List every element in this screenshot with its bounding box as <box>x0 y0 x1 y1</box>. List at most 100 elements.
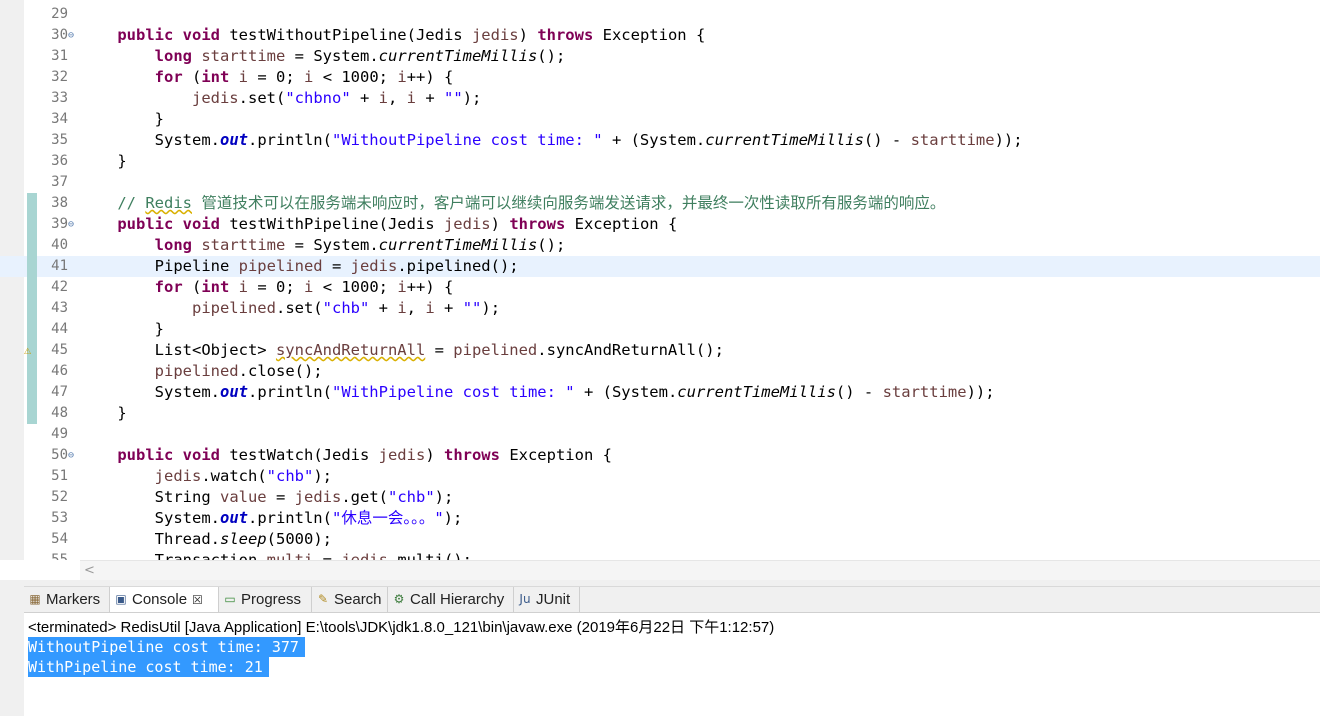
code-line[interactable]: 37 <box>0 172 1320 193</box>
code-line[interactable]: 29 <box>0 4 1320 25</box>
code-line[interactable]: 43 pipelined.set("chb" + i, i + ""); <box>0 298 1320 319</box>
code-line[interactable]: 35 System.out.println("WithoutPipeline c… <box>0 130 1320 151</box>
code-token: testWithoutPipeline(Jedis <box>220 26 472 44</box>
code-text[interactable]: System.out.println("休息一会。。。"); <box>80 508 463 529</box>
line-number: 33 <box>51 90 68 106</box>
tab-search[interactable]: ✎ Search <box>312 587 388 613</box>
code-token: } <box>80 152 127 170</box>
horizontal-scrollbar[interactable]: < <box>80 560 1320 581</box>
code-text[interactable]: Transaction multi = jedis.multi(); <box>80 550 472 560</box>
close-icon[interactable]: ☒ <box>192 593 203 607</box>
fold-toggle-icon[interactable]: ⊖ <box>68 25 74 46</box>
code-line[interactable]: 47 System.out.println("WithPipeline cost… <box>0 382 1320 403</box>
code-line[interactable]: 39 ⊖ public void testWithPipeline(Jedis j… <box>0 214 1320 235</box>
code-text[interactable]: // Redis 管道技术可以在服务端未响应时，客户端可以继续向服务端发送请求，… <box>80 193 945 214</box>
change-marker <box>27 214 37 235</box>
code-text[interactable]: Thread.sleep(5000); <box>80 529 332 550</box>
code-text[interactable]: public void testWithoutPipeline(Jedis je… <box>80 25 705 46</box>
code-line[interactable]: 31 long starttime = System.currentTimeMi… <box>0 46 1320 67</box>
code-line[interactable]: 41 Pipeline pipelined = jedis.pipelined(… <box>0 256 1320 277</box>
code-line[interactable]: 33 jedis.set("chbno" + i, i + ""); <box>0 88 1320 109</box>
code-text[interactable]: for (int i = 0; i < 1000; i++) { <box>80 67 454 88</box>
fold-toggle-icon[interactable]: ⊖ <box>68 214 74 235</box>
code-token: "chb" <box>322 299 370 317</box>
tab-junit[interactable]: Ju JUnit <box>514 587 580 613</box>
code-line[interactable]: ⚠ 45 List<Object> syncAndReturnAll = pipe… <box>0 340 1320 361</box>
code-token: "" <box>462 299 482 317</box>
code-text[interactable]: } <box>80 319 164 340</box>
code-line[interactable]: 44 } <box>0 319 1320 340</box>
tab-console[interactable]: ▣ Console ☒ <box>110 587 219 613</box>
code-token: currentTimeMillis <box>378 236 538 254</box>
scroll-left-icon[interactable]: < <box>84 561 95 581</box>
tab-markers[interactable]: ▦ Markers <box>24 587 110 613</box>
console-output-line[interactable]: WithoutPipeline cost time: 377 <box>28 637 305 657</box>
line-number: 44 <box>51 321 68 337</box>
line-number: 31 <box>51 48 68 64</box>
code-line[interactable]: 34 } <box>0 109 1320 130</box>
fold-toggle-icon[interactable]: ⊖ <box>68 445 74 466</box>
code-text[interactable]: public void testWatch(Jedis jedis) throw… <box>80 445 612 466</box>
code-text[interactable]: for (int i = 0; i < 1000; i++) { <box>80 277 454 298</box>
code-line[interactable]: 54 Thread.sleep(5000); <box>0 529 1320 550</box>
code-text[interactable]: public void testWithPipeline(Jedis jedis… <box>80 214 677 235</box>
code-line[interactable]: 53 System.out.println("休息一会。。。"); <box>0 508 1320 529</box>
code-text[interactable]: long starttime = System.currentTimeMilli… <box>80 235 566 256</box>
warning-icon[interactable]: ⚠ <box>24 343 38 357</box>
code-line[interactable]: 46 pipelined.close(); <box>0 361 1320 382</box>
code-token: out <box>219 131 248 149</box>
code-token: , <box>406 299 426 317</box>
code-token: } <box>80 110 164 128</box>
code-token: ); <box>481 299 501 317</box>
code-token: for <box>154 68 183 86</box>
code-token: ( <box>182 278 202 296</box>
code-text[interactable]: System.out.println("WithPipeline cost ti… <box>80 382 995 403</box>
code-text[interactable]: Pipeline pipelined = jedis.pipelined(); <box>80 256 519 277</box>
code-text[interactable]: pipelined.set("chb" + i, i + ""); <box>80 298 500 319</box>
code-text[interactable]: List<Object> syncAndReturnAll = pipeline… <box>80 340 724 361</box>
code-text[interactable]: } <box>80 151 127 172</box>
tab-progress[interactable]: ▭ Progress <box>219 587 312 613</box>
code-token: throws <box>537 26 594 44</box>
code-line[interactable]: 40 long starttime = System.currentTimeMi… <box>0 235 1320 256</box>
code-line[interactable]: 52 String value = jedis.get("chb"); <box>0 487 1320 508</box>
code-text[interactable]: long starttime = System.currentTimeMilli… <box>80 46 566 67</box>
code-token: currentTimeMillis <box>705 131 864 149</box>
code-token: () - <box>863 131 911 149</box>
code-line[interactable]: 50 ⊖ public void testWatch(Jedis jedis) t… <box>0 445 1320 466</box>
tab-call-hierarchy[interactable]: ⚙ Call Hierarchy <box>388 587 514 613</box>
console-output-line[interactable]: WithPipeline cost time: 21 <box>28 657 269 677</box>
code-token: jedis <box>443 215 491 233</box>
code-line[interactable]: 51 jedis.watch("chb"); <box>0 466 1320 487</box>
code-line[interactable]: 42 for (int i = 0; i < 1000; i++) { <box>0 277 1320 298</box>
code-text[interactable]: jedis.watch("chb"); <box>80 466 332 487</box>
code-text[interactable]: } <box>80 109 164 130</box>
code-text[interactable]: pipelined.close(); <box>80 361 323 382</box>
code-line[interactable]: 55 Transaction multi = jedis.multi(); <box>0 550 1320 560</box>
console-view[interactable]: <terminated> RedisUtil [Java Application… <box>24 612 1320 717</box>
code-line[interactable]: 36 } <box>0 151 1320 172</box>
code-line[interactable]: 30 ⊖ public void testWithoutPipeline(Jedi… <box>0 25 1320 46</box>
code-token: "WithoutPipeline cost time: " <box>331 131 603 149</box>
code-token: int <box>201 278 230 296</box>
code-token: ) <box>490 215 510 233</box>
code-text[interactable]: System.out.println("WithoutPipeline cost… <box>80 130 1023 151</box>
code-text[interactable]: String value = jedis.get("chb"); <box>80 487 454 508</box>
code-text[interactable]: jedis.set("chbno" + i, i + ""); <box>80 88 481 109</box>
code-text[interactable]: } <box>80 403 126 424</box>
code-token: .watch( <box>201 467 267 485</box>
code-line[interactable]: 49 <box>0 424 1320 445</box>
code-token: .println( <box>247 131 332 149</box>
code-token: "chbno" <box>285 89 351 107</box>
code-token: void <box>182 446 220 464</box>
code-line[interactable]: 32 for (int i = 0; i < 1000; i++) { <box>0 67 1320 88</box>
code-editor[interactable]: 29 30 ⊖ public void testWithoutPipeline(Je… <box>0 0 1320 560</box>
code-line[interactable]: 38 // Redis 管道技术可以在服务端未响应时，客户端可以继续向服务端发送… <box>0 193 1320 214</box>
code-token: public <box>117 26 174 44</box>
junit-icon: Ju <box>519 592 531 606</box>
code-line[interactable]: 48 } <box>0 403 1320 424</box>
